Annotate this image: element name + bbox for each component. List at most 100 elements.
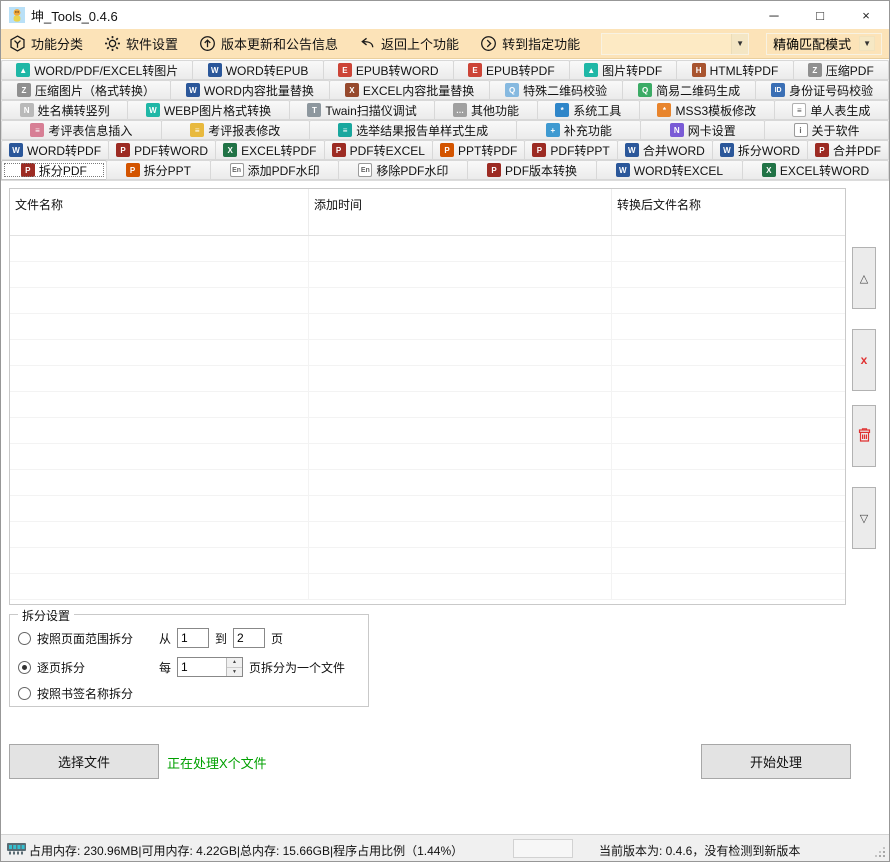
table-cell xyxy=(10,496,309,521)
toolbar-button[interactable]: 转到指定功能 xyxy=(478,32,582,55)
table-row[interactable] xyxy=(10,548,845,574)
clear-list-button[interactable] xyxy=(852,405,876,467)
tab-item[interactable]: WWORD内容批量替换 xyxy=(170,80,330,100)
stepper-down-icon[interactable]: ▼ xyxy=(227,668,242,677)
tab-item[interactable]: WWORD转PDF xyxy=(1,140,109,160)
move-up-button[interactable]: △ xyxy=(852,247,876,309)
tab-item[interactable]: ≡考评报表修改 xyxy=(161,120,310,140)
toolbar-button[interactable]: 版本更新和公告信息 xyxy=(197,32,340,55)
tab-item[interactable]: WWORD转EPUB xyxy=(192,60,323,80)
tab-label: EPUB转WORD xyxy=(356,62,439,79)
file-table-body[interactable] xyxy=(10,236,845,604)
tab-item[interactable]: N网卡设置 xyxy=(640,120,765,140)
tab-item[interactable]: WWEBP图片格式转换 xyxy=(127,100,290,120)
delete-selected-button[interactable]: x xyxy=(852,329,876,391)
tab-item[interactable]: XEXCEL转WORD xyxy=(742,160,889,180)
tab-item[interactable]: ≡考评表信息插入 xyxy=(1,120,162,140)
tab-item[interactable]: En添加PDF水印 xyxy=(210,160,340,180)
table-row[interactable] xyxy=(10,392,845,418)
tab-item[interactable]: PPDF转EXCEL xyxy=(324,140,433,160)
resize-grip[interactable] xyxy=(883,855,885,857)
tab-item[interactable]: Z压缩PDF xyxy=(793,60,889,80)
start-processing-button[interactable]: 开始处理 xyxy=(701,744,851,779)
tab-item[interactable]: N姓名横转竖列 xyxy=(1,100,128,120)
tab-item[interactable]: TTwain扫描仪调试 xyxy=(289,100,436,120)
table-row[interactable] xyxy=(10,314,845,340)
tab-label: PDF转WORD xyxy=(134,142,208,159)
range-to-input[interactable] xyxy=(233,628,265,648)
toolbar-button[interactable]: 软件设置 xyxy=(102,32,180,55)
tab-item[interactable]: i关于软件 xyxy=(764,120,889,140)
tab-item[interactable]: ID身份证号码校验 xyxy=(755,80,889,100)
table-row[interactable] xyxy=(10,522,845,548)
tab-item[interactable]: ≡选举结果报告单样式生成 xyxy=(309,120,518,140)
maximize-icon[interactable]: □ xyxy=(797,1,843,29)
tab-item[interactable]: W拆分WORD xyxy=(712,140,808,160)
per-page-stepper[interactable]: ▲ ▼ xyxy=(177,657,243,677)
tab-item[interactable]: XEXCEL转PDF xyxy=(215,140,324,160)
table-row[interactable] xyxy=(10,418,845,444)
function-search-combobox[interactable]: ▼ xyxy=(601,33,749,55)
tab-item[interactable]: ▲WORD/PDF/EXCEL转图片 xyxy=(1,60,193,80)
column-header[interactable]: 转换后文件名称 xyxy=(612,189,845,235)
tab-item[interactable]: W合并WORD xyxy=(617,140,713,160)
table-cell xyxy=(309,366,612,391)
option-split-by-bookmark[interactable]: 按照书签名称拆分 xyxy=(18,685,153,702)
tab-item[interactable]: EEPUB转WORD xyxy=(323,60,454,80)
tab-item[interactable]: XEXCEL内容批量替换 xyxy=(329,80,490,100)
tab-item[interactable]: +补充功能 xyxy=(516,120,641,140)
tab-item[interactable]: P拆分PPT xyxy=(106,160,211,180)
table-row[interactable] xyxy=(10,340,845,366)
tab-item[interactable]: ≡单人表生成 xyxy=(774,100,889,120)
tab-item[interactable]: …其他功能 xyxy=(434,100,537,120)
table-row[interactable] xyxy=(10,496,845,522)
window-title: 坤_Tools_0.4.6 xyxy=(31,6,118,25)
function-search-input[interactable] xyxy=(602,37,731,51)
close-icon[interactable]: × xyxy=(843,1,889,29)
table-row[interactable] xyxy=(10,444,845,470)
column-header[interactable]: 添加时间 xyxy=(309,189,612,235)
tab-item[interactable]: En移除PDF水印 xyxy=(338,160,468,180)
minimize-icon[interactable]: ─ xyxy=(751,1,797,29)
tab-item[interactable]: PPPT转PDF xyxy=(432,140,525,160)
radio-icon[interactable] xyxy=(18,687,31,700)
tab-item[interactable]: Q简易二维码生成 xyxy=(622,80,756,100)
move-down-button[interactable]: ▽ xyxy=(852,487,876,549)
table-row[interactable] xyxy=(10,366,845,392)
tab-item[interactable]: *MSS3模板修改 xyxy=(639,100,775,120)
tab-item[interactable]: Q特殊二维码校验 xyxy=(489,80,623,100)
tab-item[interactable]: PPDF转WORD xyxy=(108,140,216,160)
stepper-up-icon[interactable]: ▲ xyxy=(227,658,242,668)
table-row[interactable] xyxy=(10,288,845,314)
select-files-button[interactable]: 选择文件 xyxy=(9,744,159,779)
table-row[interactable] xyxy=(10,262,845,288)
tab-label: 单人表生成 xyxy=(810,102,870,119)
title-bar: 坤_Tools_0.4.6 ─ □ × xyxy=(1,1,889,29)
tab-item[interactable]: PPDF版本转换 xyxy=(467,160,597,180)
tab-item[interactable]: EEPUB转PDF xyxy=(453,60,570,80)
option-split-every-page[interactable]: 逐页拆分 每 ▲ ▼ 页拆分为一个文件 xyxy=(18,657,345,677)
radio-icon[interactable] xyxy=(18,632,31,645)
toolbar-button[interactable]: 返回上个功能 xyxy=(357,32,461,55)
tab-item[interactable]: HHTML转PDF xyxy=(676,60,793,80)
toolbar-button[interactable]: 功能分类 xyxy=(7,32,85,55)
per-page-input[interactable] xyxy=(178,658,226,676)
option-split-by-page-range[interactable]: 按照页面范围拆分 从 到 页 xyxy=(18,628,283,648)
tab-item[interactable]: Z压缩图片（格式转换） xyxy=(1,80,171,100)
radio-icon[interactable] xyxy=(18,661,31,674)
tab-item[interactable]: P合并PDF xyxy=(807,140,889,160)
range-from-input[interactable] xyxy=(177,628,209,648)
table-row[interactable] xyxy=(10,470,845,496)
tab-item[interactable]: WWORD转EXCEL xyxy=(596,160,743,180)
column-header[interactable]: 文件名称 xyxy=(10,189,309,235)
tab-item[interactable]: *系统工具 xyxy=(537,100,640,120)
tab-item-selected[interactable]: P拆分PDF xyxy=(1,160,107,180)
chevron-down-icon[interactable]: ▼ xyxy=(859,36,875,51)
table-row[interactable] xyxy=(10,236,845,262)
table-cell xyxy=(10,262,309,287)
match-mode-dropdown[interactable]: 精确匹配模式 ▼ xyxy=(766,33,882,55)
chevron-down-icon[interactable]: ▼ xyxy=(731,34,748,54)
tab-item[interactable]: ▲图片转PDF xyxy=(569,60,677,80)
table-row[interactable] xyxy=(10,574,845,600)
tab-item[interactable]: PPDF转PPT xyxy=(524,140,617,160)
